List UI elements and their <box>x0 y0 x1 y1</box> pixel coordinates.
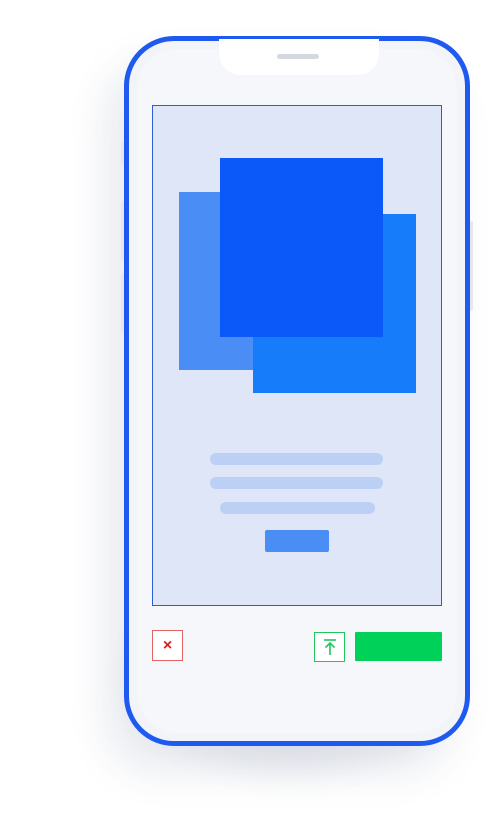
primary-action-button[interactable] <box>355 632 442 661</box>
placeholder-button <box>265 530 329 552</box>
close-button[interactable]: × <box>152 630 183 661</box>
volume-button <box>121 141 124 165</box>
close-icon: × <box>162 636 173 654</box>
screen-preview <box>152 105 442 606</box>
volume-up-button <box>121 201 124 261</box>
phone-notch <box>219 39 379 75</box>
illustration-square-front <box>220 158 383 337</box>
placeholder-line <box>210 453 383 465</box>
upload-to-top-icon <box>323 639 336 655</box>
speaker-grille <box>277 54 319 59</box>
stage: × <box>0 0 500 832</box>
volume-down-button <box>121 273 124 333</box>
power-button <box>470 221 473 311</box>
placeholder-line <box>220 502 375 514</box>
upload-button[interactable] <box>314 632 345 662</box>
placeholder-line <box>210 477 383 489</box>
